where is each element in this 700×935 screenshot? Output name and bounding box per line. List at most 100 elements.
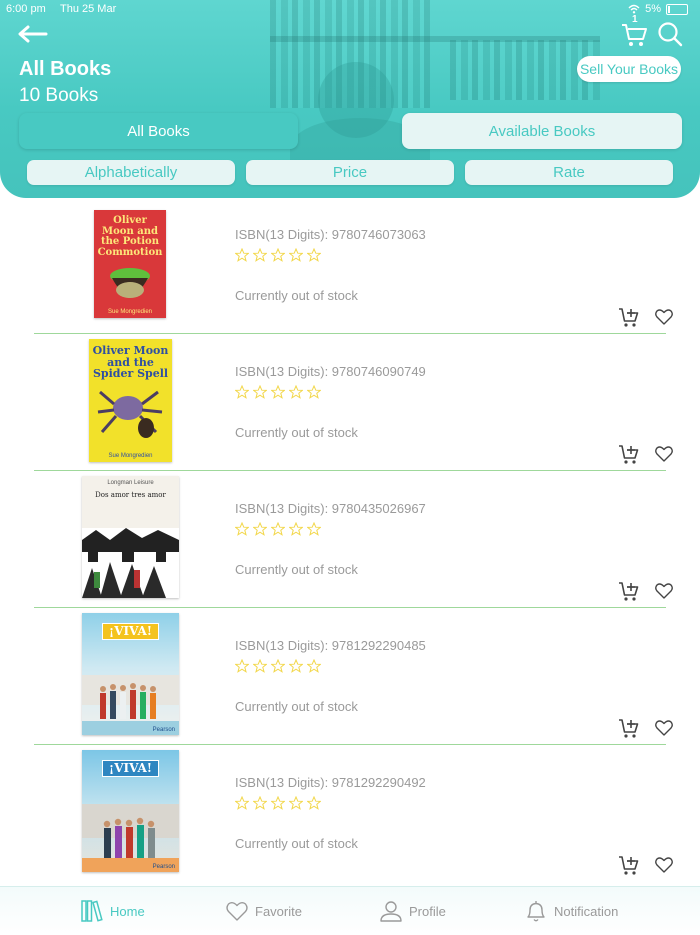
spider-illustration [97, 390, 162, 438]
bottom-navigation: Home Favorite Profile Notification [0, 886, 700, 935]
back-arrow-icon[interactable] [16, 22, 48, 46]
book-cover-image[interactable]: Oliver Moon and the Spider Spell Sue Mon… [89, 339, 172, 462]
star-icon[interactable] [307, 659, 321, 673]
star-icon[interactable] [253, 796, 267, 810]
sort-alphabetically-button[interactable]: Alphabetically [27, 160, 235, 185]
status-date: Thu 25 Mar [60, 3, 117, 15]
add-to-cart-icon[interactable] [618, 443, 640, 465]
nav-profile[interactable]: Profile [379, 887, 446, 935]
nav-home-label: Home [110, 903, 145, 919]
cover-title: ¡VIVA! [101, 760, 160, 777]
list-item[interactable]: Oliver Moon and the Spider Spell Sue Mon… [34, 333, 673, 471]
cart-badge: 1 [632, 14, 638, 25]
stock-status: Currently out of stock [235, 425, 358, 440]
star-rating[interactable] [235, 248, 321, 262]
star-icon[interactable] [235, 248, 249, 262]
star-rating[interactable] [235, 796, 321, 810]
cover-author: Sue Mongredien [107, 309, 153, 315]
students-illustration [82, 675, 179, 735]
heart-icon [226, 902, 248, 921]
add-to-cart-icon[interactable] [618, 717, 640, 739]
favorite-heart-icon[interactable] [654, 444, 674, 464]
sort-rate-button[interactable]: Rate [465, 160, 673, 185]
tab-all-books[interactable]: All Books [19, 113, 298, 149]
cover-author: Pearson [152, 864, 175, 870]
user-icon [380, 901, 402, 922]
cover-title: Oliver Moon and the Potion Commotion [97, 215, 163, 258]
star-icon[interactable] [271, 248, 285, 262]
star-icon[interactable] [289, 248, 303, 262]
cover-author: Pearson [152, 727, 175, 733]
book-cover-image[interactable]: Longman Leisure Dos amor tres amor [82, 476, 179, 598]
sort-price-button[interactable]: Price [246, 160, 454, 185]
page-title: All Books [19, 58, 112, 80]
isbn-text: ISBN(13 Digits): 9780435026967 [235, 501, 426, 516]
star-icon[interactable] [271, 385, 285, 399]
star-icon[interactable] [271, 796, 285, 810]
sell-your-books-button[interactable]: Sell Your Books [577, 56, 681, 82]
books-icon [81, 900, 103, 922]
wifi-icon [628, 4, 640, 14]
favorite-heart-icon[interactable] [654, 718, 674, 738]
star-icon[interactable] [271, 522, 285, 536]
cover-author: Longman Leisure [107, 480, 154, 486]
status-bar: 6:00 pm Thu 25 Mar 5% [0, 0, 700, 20]
list-item[interactable]: Longman Leisure Dos amor tres amor ISBN(… [34, 470, 673, 608]
nav-notification[interactable]: Notification [524, 887, 618, 935]
book-cover-image[interactable]: ¡VIVA! Pearson [82, 750, 179, 872]
star-icon[interactable] [289, 385, 303, 399]
add-to-cart-icon[interactable] [618, 854, 640, 876]
favorite-heart-icon[interactable] [654, 855, 674, 875]
street-illustration [82, 528, 179, 598]
cover-title: ¡VIVA! [101, 623, 160, 640]
star-icon[interactable] [235, 796, 249, 810]
tab-available-books[interactable]: Available Books [402, 113, 682, 149]
add-to-cart-icon[interactable] [618, 306, 640, 328]
stock-status: Currently out of stock [235, 288, 358, 303]
favorite-heart-icon[interactable] [654, 307, 674, 327]
add-to-cart-icon[interactable] [618, 580, 640, 602]
star-rating[interactable] [235, 385, 321, 399]
isbn-text: ISBN(13 Digits): 9780746090749 [235, 364, 426, 379]
nav-favorite[interactable]: Favorite [225, 887, 302, 935]
star-icon[interactable] [253, 659, 267, 673]
star-rating[interactable] [235, 659, 321, 673]
star-icon[interactable] [235, 522, 249, 536]
battery-percent: 5% [645, 3, 661, 15]
star-icon[interactable] [307, 522, 321, 536]
cover-title: Oliver Moon and the Spider Spell [92, 344, 169, 381]
nav-profile-label: Profile [409, 903, 446, 919]
list-item[interactable]: Oliver Moon and the Potion Commotion Sue… [34, 196, 673, 334]
book-cover-image[interactable]: ¡VIVA! Pearson [82, 613, 179, 735]
star-icon[interactable] [289, 522, 303, 536]
search-icon[interactable] [656, 20, 684, 48]
list-item[interactable]: ¡VIVA! Pearson ISBN(13 Digits): 97812922… [34, 744, 673, 881]
star-icon[interactable] [289, 659, 303, 673]
stock-status: Currently out of stock [235, 699, 358, 714]
star-rating[interactable] [235, 522, 321, 536]
isbn-text: ISBN(13 Digits): 9780746073063 [235, 227, 426, 242]
bell-icon [527, 901, 545, 922]
isbn-text: ISBN(13 Digits): 9781292290485 [235, 638, 426, 653]
star-icon[interactable] [271, 659, 285, 673]
stock-status: Currently out of stock [235, 562, 358, 577]
star-icon[interactable] [307, 796, 321, 810]
battery-icon [666, 3, 688, 15]
star-icon[interactable] [253, 522, 267, 536]
favorite-heart-icon[interactable] [654, 581, 674, 601]
status-time: 6:00 pm [6, 3, 46, 15]
star-icon[interactable] [253, 248, 267, 262]
star-icon[interactable] [307, 385, 321, 399]
nav-home[interactable]: Home [80, 887, 145, 935]
star-icon[interactable] [253, 385, 267, 399]
stock-status: Currently out of stock [235, 836, 358, 851]
star-icon[interactable] [235, 385, 249, 399]
star-icon[interactable] [289, 796, 303, 810]
background-shelf-board [270, 36, 600, 42]
cauldron-illustration [110, 268, 150, 298]
book-cover-image[interactable]: Oliver Moon and the Potion Commotion Sue… [94, 210, 166, 318]
header: 6:00 pm Thu 25 Mar 5% 1 All Books 10 Boo… [0, 0, 700, 198]
star-icon[interactable] [235, 659, 249, 673]
star-icon[interactable] [307, 248, 321, 262]
list-item[interactable]: ¡VIVA! Pearson ISBN(13 Digits): 97812922… [34, 607, 673, 745]
